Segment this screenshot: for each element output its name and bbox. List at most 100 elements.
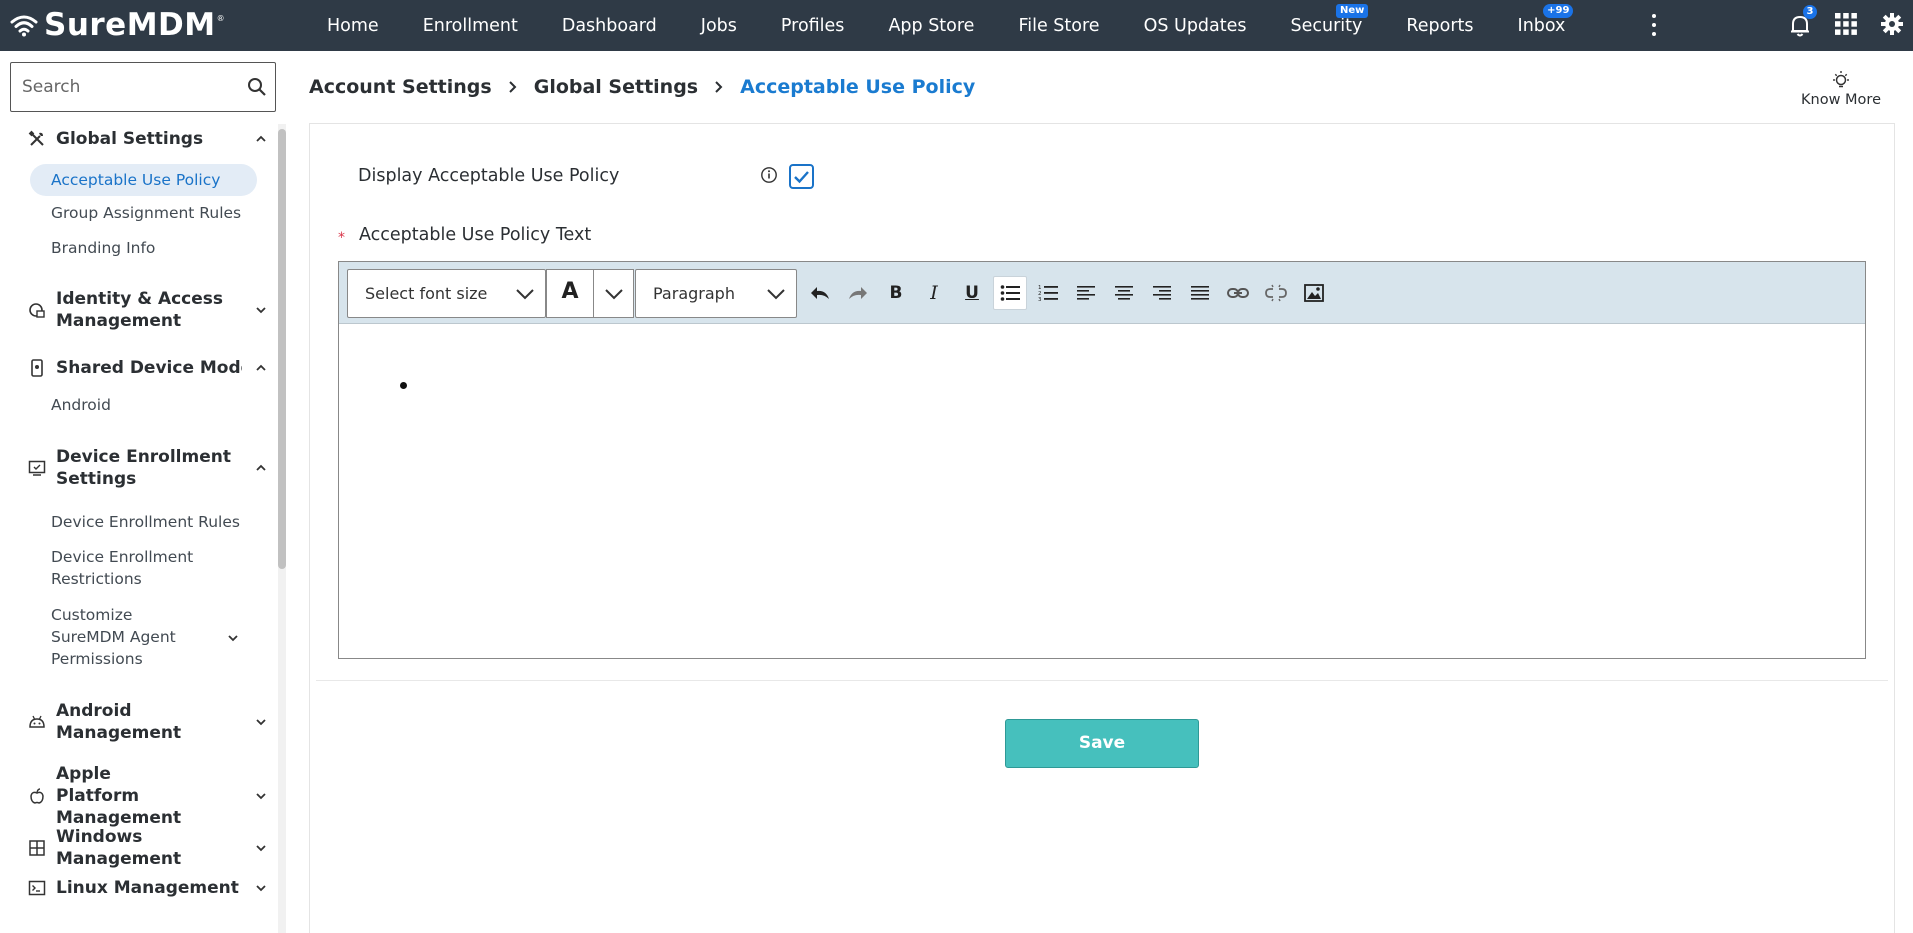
chevron-down-icon[interactable] — [254, 715, 268, 729]
search-icon[interactable] — [247, 77, 267, 97]
sidebar-group-linux-management[interactable]: Linux Management — [28, 877, 268, 899]
nav-app-store[interactable]: App Store — [888, 16, 974, 36]
sidebar-group-label: Device Enrollment Settings — [56, 447, 231, 489]
unlink-icon[interactable] — [1259, 276, 1293, 310]
italic-icon[interactable]: I — [917, 276, 951, 310]
nav-inbox-label: Inbox — [1517, 15, 1566, 36]
align-center-icon[interactable] — [1107, 276, 1141, 310]
sidebar-item-device-enrollment-restrictions[interactable]: Device Enrollment Restrictions — [51, 546, 211, 590]
editor-content-area[interactable] — [339, 324, 1865, 658]
nav-inbox[interactable]: Inbox +99 — [1517, 3, 1574, 36]
nav-file-store[interactable]: File Store — [1018, 16, 1099, 36]
brand-name: SureMDM — [44, 7, 216, 43]
nav-profiles[interactable]: Profiles — [781, 16, 845, 36]
numbered-list-icon[interactable]: 123 — [1031, 276, 1065, 310]
chevron-down-icon[interactable] — [254, 303, 268, 317]
sidebar-item-branding-info[interactable]: Branding Info — [51, 237, 155, 259]
chevron-up-icon[interactable] — [254, 361, 268, 375]
breadcrumb-global-settings[interactable]: Global Settings — [534, 76, 698, 98]
block-format-select[interactable]: Paragraph — [635, 269, 797, 318]
phone-icon — [31, 359, 43, 377]
font-color-button[interactable]: A — [546, 269, 594, 318]
sidebar-group-apple-platform[interactable]: Apple Platform Management — [28, 763, 268, 829]
sidebar-menu: Global Settings Acceptable Use Policy Gr… — [0, 124, 278, 933]
sidebar-item-customize-agent-permissions[interactable]: Customize SureMDM Agent Permissions — [51, 604, 191, 670]
chevron-right-icon — [715, 81, 723, 93]
required-asterisk: * — [338, 230, 345, 246]
sidebar-item-group-assignment-rules[interactable]: Group Assignment Rules — [51, 202, 241, 224]
nav-home[interactable]: Home — [327, 16, 379, 36]
new-badge: New — [1336, 3, 1369, 18]
chevron-down-icon[interactable] — [226, 631, 240, 645]
tools-icon — [28, 130, 44, 146]
terminal-icon — [28, 880, 46, 896]
suremdm-logo[interactable]: SureMDM ® — [10, 7, 225, 43]
nav-enrollment[interactable]: Enrollment — [423, 16, 518, 36]
font-size-select[interactable]: Select font size — [347, 269, 546, 318]
font-color-dropdown[interactable] — [594, 269, 634, 318]
align-left-icon[interactable] — [1069, 276, 1103, 310]
save-button[interactable]: Save — [1005, 719, 1199, 768]
checkmark-icon — [794, 171, 809, 184]
sidebar-group-device-enrollment-settings[interactable]: Device Enrollment Settings — [28, 446, 268, 490]
sidebar-group-shared-device-mode[interactable]: Shared Device Mode — [28, 357, 268, 379]
sidebar-item-device-enrollment-rules[interactable]: Device Enrollment Rules — [51, 511, 240, 533]
nav-os-updates[interactable]: OS Updates — [1144, 16, 1247, 36]
sidebar-group-android-management[interactable]: Android Management — [28, 700, 268, 744]
chevron-down-icon[interactable] — [254, 789, 268, 803]
bell-icon[interactable]: 3 — [1787, 5, 1817, 38]
know-more-label: Know More — [1801, 92, 1881, 108]
nav-dashboard[interactable]: Dashboard — [562, 16, 657, 36]
chevron-up-icon[interactable] — [254, 461, 268, 475]
svg-text:3: 3 — [1038, 297, 1042, 302]
form-divider — [316, 680, 1888, 681]
more-vertical-icon[interactable] — [1648, 12, 1660, 38]
know-more-button[interactable]: Know More — [1798, 70, 1884, 108]
search-input[interactable] — [11, 77, 236, 97]
sidebar-group-label: Global Settings — [56, 129, 204, 149]
sidebar-group-windows-management[interactable]: Windows Management — [28, 826, 268, 870]
gear-icon[interactable] — [1880, 12, 1906, 38]
display-aup-label: Display Acceptable Use Policy — [358, 166, 620, 186]
sidebar-search — [10, 62, 276, 112]
sidebar-group-label: Linux Management — [56, 878, 239, 898]
breadcrumb-account-settings[interactable]: Account Settings — [309, 76, 492, 98]
bullet-list-icon[interactable] — [993, 276, 1027, 310]
undo-icon[interactable] — [803, 276, 837, 310]
rich-text-editor: Select font size A Paragraph B I U 123 — [338, 261, 1866, 659]
chevron-up-icon[interactable] — [254, 132, 268, 146]
sidebar-group-global-settings[interactable]: Global Settings — [28, 128, 268, 150]
sidebar-scrollbar-thumb[interactable] — [278, 129, 286, 569]
image-icon[interactable] — [1297, 276, 1331, 310]
align-right-icon[interactable] — [1145, 276, 1179, 310]
font-size-placeholder: Select font size — [365, 284, 488, 303]
main-nav: Home Enrollment Dashboard Jobs Profiles … — [327, 0, 1609, 51]
bold-icon[interactable]: B — [879, 276, 913, 310]
breadcrumb-current-page: Acceptable Use Policy — [740, 76, 976, 98]
apps-grid-icon[interactable] — [1834, 12, 1860, 38]
nav-jobs[interactable]: Jobs — [701, 16, 737, 36]
justify-icon[interactable] — [1183, 276, 1217, 310]
registered-mark: ® — [216, 13, 225, 23]
top-navigation-bar: SureMDM ® Home Enrollment Dashboard Jobs … — [0, 0, 1913, 51]
sidebar-item-android[interactable]: Android — [51, 394, 111, 416]
info-icon[interactable] — [760, 166, 778, 184]
redo-icon[interactable] — [841, 276, 875, 310]
wifi-logo-icon — [10, 15, 38, 37]
sidebar-item-acceptable-use-policy[interactable]: Acceptable Use Policy — [30, 164, 257, 196]
display-aup-checkbox[interactable] — [789, 164, 814, 189]
apple-icon — [30, 788, 44, 804]
link-icon[interactable] — [1221, 276, 1255, 310]
sidebar-group-identity-access[interactable]: Identity & Access Management — [28, 288, 268, 332]
monitor-icon — [28, 460, 46, 476]
nav-security-label: Security — [1290, 15, 1363, 36]
chevron-down-icon[interactable] — [254, 841, 268, 855]
sidebar-group-label: Windows Management — [56, 827, 182, 869]
nav-reports[interactable]: Reports — [1406, 16, 1473, 36]
windows-icon — [29, 840, 45, 856]
nav-security[interactable]: Security New — [1290, 3, 1369, 36]
underline-icon[interactable]: U — [955, 276, 989, 310]
lightbulb-icon — [1833, 71, 1849, 88]
chevron-down-icon[interactable] — [254, 881, 268, 895]
list-bullet — [400, 382, 407, 389]
